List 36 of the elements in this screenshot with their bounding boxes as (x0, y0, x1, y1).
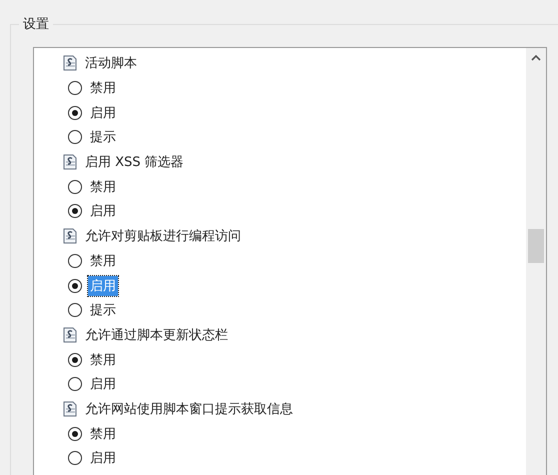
radio-button[interactable] (68, 106, 82, 120)
scrollbar-thumb[interactable] (528, 229, 544, 263)
radio-label[interactable]: 禁用 (88, 176, 118, 197)
radio-button[interactable] (68, 352, 82, 367)
script-icon (61, 153, 79, 172)
radio-label[interactable]: 禁用 (88, 424, 118, 444)
radio-label[interactable]: 启用 (88, 102, 118, 123)
setting-heading: 活动脚本 (85, 55, 137, 72)
setting-heading: 允许网站使用脚本窗口提示获取信息 (85, 400, 293, 418)
setting-heading: 允许通过脚本更新状态栏 (85, 326, 228, 344)
scroll-up-icon[interactable] (531, 55, 541, 61)
radio-button[interactable] (68, 451, 82, 466)
radio-label[interactable]: 提示 (88, 127, 118, 148)
radio-button[interactable] (68, 254, 82, 268)
setting-heading: 启用 XSS 筛选器 (85, 154, 184, 172)
radio-button[interactable] (68, 303, 82, 318)
radio-button[interactable] (68, 377, 82, 392)
radio-label[interactable]: 提示 (88, 300, 118, 320)
radio-button[interactable] (68, 278, 82, 293)
radio-label[interactable]: 启用 (88, 448, 118, 468)
radio-label[interactable]: 启用 (88, 201, 118, 222)
radio-label[interactable]: 启用 (88, 374, 118, 394)
radio-button[interactable] (68, 204, 82, 218)
script-icon (61, 326, 79, 344)
radio-button[interactable] (68, 180, 82, 194)
script-icon (61, 54, 79, 72)
scrollbar[interactable] (526, 48, 546, 475)
radio-label[interactable]: 禁用 (88, 78, 118, 98)
radio-label[interactable]: 禁用 (88, 350, 118, 370)
script-icon (61, 227, 79, 246)
radio-button[interactable] (68, 426, 82, 441)
script-icon (61, 400, 79, 418)
radio-label[interactable]: 禁用 (88, 250, 118, 271)
setting-heading: 允许对剪贴板进行编程访问 (85, 228, 241, 246)
radio-button[interactable] (68, 130, 82, 144)
radio-button[interactable] (68, 81, 82, 96)
